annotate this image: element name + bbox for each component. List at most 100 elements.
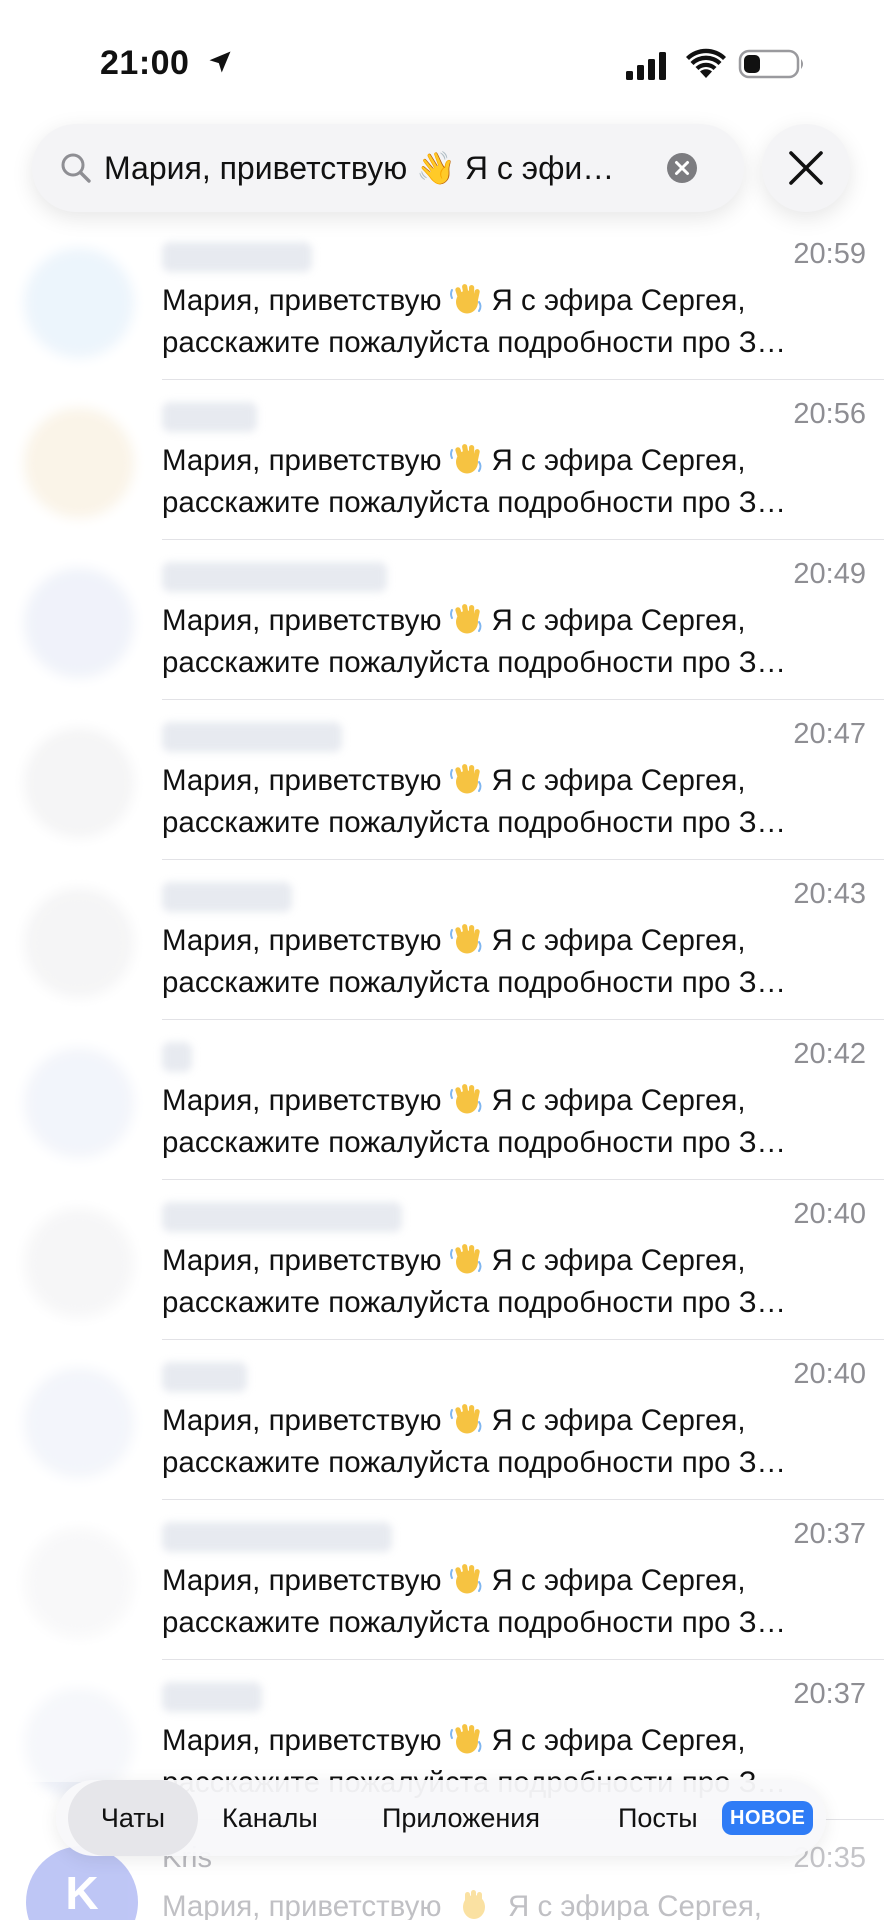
location-arrow-icon	[209, 51, 231, 73]
close-icon	[789, 151, 823, 185]
preview-text-before: Мария, приветствую	[162, 444, 442, 477]
message-preview: Мария, приветствую Я с эфира Сергея, расск…	[162, 280, 862, 364]
preview-line-1: Мария, приветствую Я с эфира Сергея,	[162, 1720, 862, 1762]
tab-channels[interactable]: Каналы	[222, 1780, 318, 1856]
status-bar: 21:00	[0, 0, 884, 120]
preview-text-after: Я с эфира Сергея,	[491, 1724, 746, 1757]
message-time: 20:37	[793, 1518, 866, 1550]
message-preview: Мария, приветствую Я с эфира Сергея, расск…	[162, 1080, 862, 1164]
battery-icon	[738, 49, 803, 79]
message-time: 20:56	[793, 398, 866, 430]
waving-hand-icon	[449, 764, 482, 794]
message-time: 20:59	[793, 238, 866, 270]
preview-text-after: Я с эфира Сергея,	[491, 1404, 746, 1437]
message-preview: Мария, приветствую Я с эфира Сергея, расск…	[162, 600, 862, 684]
waving-hand-icon	[449, 604, 482, 634]
waving-hand-icon	[449, 1244, 482, 1274]
waving-hand-icon	[449, 1564, 482, 1594]
avatar-initial: K	[65, 1867, 99, 1919]
preview-text-before: Мария, приветствую	[162, 1244, 442, 1277]
preview-line-1: Мария, приветствую Я с эфира Сергея,	[162, 1080, 862, 1122]
preview-text-after: Я с эфира Сергея,	[491, 1564, 746, 1597]
preview-text-after: Я с эфира Сергея,	[491, 604, 746, 637]
search-icon	[61, 153, 91, 183]
preview-line-1: Мария, приветствую Я с эфира Сергея,	[162, 760, 862, 802]
preview-line-1: Мария, приветствую Я с эфира Сергея,	[162, 1560, 862, 1602]
message-preview: Мария, приветствую Я с эфира Сергея, расск…	[162, 1240, 862, 1324]
message-preview: Мария, приветствую Я с эфира Сергея, расск…	[162, 1560, 862, 1644]
preview-line-2: расскажите пожалуйста подробности про З…	[162, 1446, 787, 1479]
cellular-signal-icon	[626, 52, 666, 80]
tab-label: Приложения	[382, 1803, 540, 1833]
waving-hand-icon	[449, 1084, 482, 1114]
sender-name-blurred	[162, 722, 342, 752]
sender-name-blurred	[162, 1362, 247, 1392]
tab-apps[interactable]: Приложения	[382, 1780, 540, 1856]
status-time: 21:00	[100, 44, 190, 82]
clear-circle-icon[interactable]	[666, 152, 698, 184]
message-time: 20:47	[793, 718, 866, 750]
preview-text-before: Мария, приветствую	[162, 1564, 442, 1597]
message-time: 20:37	[793, 1678, 866, 1710]
preview-text-after: Я с эфира Сергея,	[491, 444, 746, 477]
preview-line-1: Мария, приветствую Я с эфира Сергея,	[162, 600, 862, 642]
sender-name-blurred	[162, 1522, 392, 1552]
preview-text-after: Я с эфира Сергея,	[491, 284, 746, 317]
waving-hand-icon	[449, 924, 482, 954]
preview-line-2: расскажите пожалуйста подробности про З…	[162, 1606, 787, 1639]
tab-label: Каналы	[222, 1803, 318, 1833]
message-preview: Мария, приветствую Я с эфира Сергея, расск…	[162, 1400, 862, 1484]
message-time: 20:42	[793, 1038, 866, 1070]
new-badge: НОВОЕ	[722, 1801, 814, 1835]
sender-name-blurred	[162, 882, 292, 912]
preview-line-2: расскажите пожалуйста подробности про З…	[162, 806, 787, 839]
tab-bar: Чаты Каналы Приложения Посты НОВОЕ	[56, 1780, 826, 1856]
message-time: 20:40	[793, 1198, 866, 1230]
waving-hand-icon	[449, 1724, 482, 1754]
waving-hand-icon	[449, 284, 482, 314]
message-preview: Мария, приветствую Я с эфира Сергея, расск…	[162, 760, 862, 844]
message-preview: Мария, приветствую Я с эфира Сергея, расск…	[162, 920, 862, 1004]
tab-posts[interactable]: Посты	[618, 1780, 698, 1856]
search-field[interactable]: Мария, приветствую 👋 Я с эфи…	[32, 124, 744, 212]
wifi-icon	[686, 48, 726, 78]
sender-name-blurred	[162, 242, 312, 272]
preview-text-before: Мария, приветствую	[162, 1724, 442, 1757]
message-time: 20:49	[793, 558, 866, 590]
preview-line-2: расскажите пожалуйста подробности про З…	[162, 1286, 787, 1319]
preview-text-after: Я с эфира Сергея,	[491, 924, 746, 957]
avatar: K	[26, 1846, 138, 1920]
preview-line-2: расскажите пожалуйста подробности про З…	[162, 326, 787, 359]
close-search-button[interactable]	[762, 124, 850, 212]
preview-text-before: Мария, приветствую	[162, 1084, 442, 1117]
preview-line-1: Мария, приветствую Я с эфира Сергея,	[162, 280, 862, 322]
sender-name-blurred	[162, 1202, 402, 1232]
blur-overlay	[0, 222, 150, 1782]
preview-text-after: Я с эфира Сергея,	[507, 1890, 763, 1920]
sender-name-blurred	[162, 1682, 262, 1712]
preview-text-before: Мария, приветствую	[162, 284, 442, 317]
preview-text-before: Мария, приветствую	[162, 764, 442, 797]
message-preview: Мария, приветствую Я с эфира Сергея,	[162, 1886, 762, 1920]
preview-text-after: Я с эфира Сергея,	[491, 764, 746, 797]
preview-text-before: Мария, приветствую	[162, 1890, 442, 1920]
preview-line-2: расскажите пожалуйста подробности про З…	[162, 966, 787, 999]
preview-line-1: Мария, приветствую Я с эфира Сергея,	[162, 1240, 862, 1282]
tab-chats[interactable]: Чаты	[68, 1780, 198, 1856]
preview-text-before: Мария, приветствую	[162, 1404, 442, 1437]
search-input[interactable]: Мария, приветствую 👋 Я с эфи…	[104, 146, 684, 190]
preview-line-1: Мария, приветствую Я с эфира Сергея,	[162, 920, 862, 962]
waving-hand-icon	[449, 444, 482, 474]
waving-hand-icon	[462, 1890, 485, 1919]
search-results-screen: 21:00 Мария, приветствую 👋 Я с эфи… 20:5…	[0, 0, 884, 1920]
preview-line-1: Мария, приветствую Я с эфира Сергея,	[162, 440, 862, 482]
message-preview: Мария, приветствую Я с эфира Сергея, расск…	[162, 440, 862, 524]
preview-line-2: расскажите пожалуйста подробности про З…	[162, 486, 787, 519]
sender-name-blurred	[162, 402, 257, 432]
message-time: 20:40	[793, 1358, 866, 1390]
preview-line-1: Мария, приветствую Я с эфира Сергея,	[162, 1400, 862, 1442]
preview-text-after: Я с эфира Сергея,	[491, 1244, 746, 1277]
tab-label: Чаты	[100, 1803, 166, 1833]
preview-text-before: Мария, приветствую	[162, 604, 442, 637]
preview-text-after: Я с эфира Сергея,	[491, 1084, 746, 1117]
